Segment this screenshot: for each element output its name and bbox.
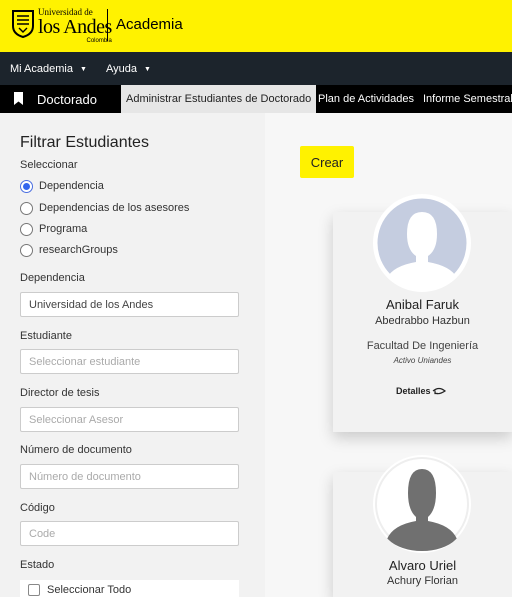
- radio-button[interactable]: [20, 179, 33, 193]
- section-title[interactable]: Doctorado: [37, 92, 97, 107]
- student-avatar: [373, 455, 471, 553]
- estado-label: Estado: [20, 559, 55, 571]
- radio-dependencias-asesores[interactable]: Dependencias de los asesores: [20, 200, 189, 216]
- main-menu-bar: Mi Academia ▼ Ayuda ▼: [0, 52, 512, 85]
- radio-label: Dependencia: [39, 180, 104, 192]
- details-label: Detalles: [396, 386, 431, 396]
- codigo-label: Código: [20, 502, 55, 514]
- codigo-input[interactable]: [20, 521, 239, 546]
- estudiante-input[interactable]: [20, 349, 239, 374]
- select-all-label[interactable]: Seleccionar Todo: [47, 584, 131, 596]
- radio-button[interactable]: [20, 201, 33, 215]
- menu-item-ayuda[interactable]: Ayuda ▼: [106, 63, 151, 75]
- app-name[interactable]: Academia: [116, 16, 183, 33]
- tab-informe-semestral[interactable]: Informe Semestral: [418, 85, 512, 113]
- student-last-name: Abedrabbo Hazbun: [375, 315, 470, 327]
- caret-down-icon: ▼: [144, 66, 151, 73]
- student-first-name: Anibal Faruk: [386, 297, 459, 312]
- menu-item-mi-academia[interactable]: Mi Academia ▼: [10, 63, 87, 75]
- select-label: Seleccionar: [20, 159, 78, 171]
- radio-button[interactable]: [20, 243, 33, 257]
- menu-item-label: Mi Academia: [10, 63, 73, 75]
- director-input[interactable]: [20, 407, 239, 432]
- radio-label: Dependencias de los asesores: [39, 202, 190, 214]
- student-avatar: [373, 194, 471, 292]
- university-logo-icon[interactable]: [11, 8, 35, 38]
- director-label: Director de tesis: [20, 387, 100, 399]
- radio-programa[interactable]: Programa: [20, 221, 87, 237]
- logo-country-line: Colombia: [86, 38, 112, 44]
- expand-arrow-icon: [432, 387, 446, 395]
- caret-down-icon: ▼: [79, 66, 87, 73]
- create-button[interactable]: Crear: [300, 146, 354, 178]
- menu-item-label: Ayuda: [106, 63, 137, 75]
- radio-dependencia[interactable]: Dependencia: [20, 178, 104, 194]
- select-all-checkbox[interactable]: [28, 584, 40, 596]
- documento-input[interactable]: [20, 464, 239, 489]
- radio-research-groups[interactable]: researchGroups: [20, 242, 118, 258]
- logo-name-line: los Andes: [38, 16, 112, 38]
- person-placeholder-icon: [374, 195, 470, 291]
- radio-label: Programa: [39, 223, 88, 235]
- tab-plan-de-actividades[interactable]: Plan de Actividades: [313, 85, 419, 113]
- student-status: Activo Uniandes: [393, 356, 452, 365]
- estudiante-label: Estudiante: [20, 330, 72, 342]
- documento-label: Número de documento: [20, 444, 132, 456]
- person-placeholder-icon: [375, 457, 469, 551]
- university-wordmark[interactable]: Universidad de los Andes Colombia: [38, 8, 112, 45]
- radio-label: researchGroups: [39, 244, 118, 256]
- filter-title: Filtrar Estudiantes: [20, 134, 149, 151]
- student-first-name: Alvaro Uriel: [388, 558, 457, 573]
- dependencia-label: Dependencia: [20, 272, 85, 284]
- radio-button[interactable]: [20, 222, 33, 236]
- tab-administrar-estudiantes[interactable]: Administrar Estudiantes de Doctorado: [121, 85, 317, 113]
- bookmark-icon: [14, 92, 23, 105]
- student-faculty: Facultad De Ingeniería: [366, 340, 479, 352]
- dependencia-input[interactable]: [20, 292, 239, 317]
- logo-divider: [107, 9, 108, 41]
- student-last-name: Achury Florian: [387, 575, 458, 587]
- details-link[interactable]: Detalles: [396, 386, 446, 396]
